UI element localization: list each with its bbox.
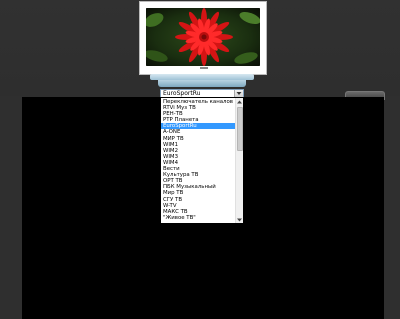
tv-brand-logo [200,67,208,69]
dropdown-option[interactable]: "Живое ТВ" [161,215,236,221]
dropdown-scrollbar[interactable] [235,98,243,223]
scrollbar-thumb[interactable] [237,107,243,151]
dropdown-items: Переключатель каналов RTVi Муз ТВ РЕН-ТВ РТ… [161,99,236,221]
left-side-panel [0,96,22,319]
tv-illustration [139,1,267,75]
tv-stand [150,74,254,88]
scroll-down-icon[interactable] [236,216,243,223]
flower-image [146,8,260,66]
tv-stand-bottom [158,80,246,87]
scroll-up-icon[interactable] [236,98,243,105]
channel-dropdown-list[interactable]: Переключатель каналов RTVi Муз ТВ РЕН-ТВ РТ… [160,97,244,224]
chevron-down-icon[interactable] [234,90,243,97]
right-side-panel [384,96,400,319]
tv-screen [146,8,260,66]
